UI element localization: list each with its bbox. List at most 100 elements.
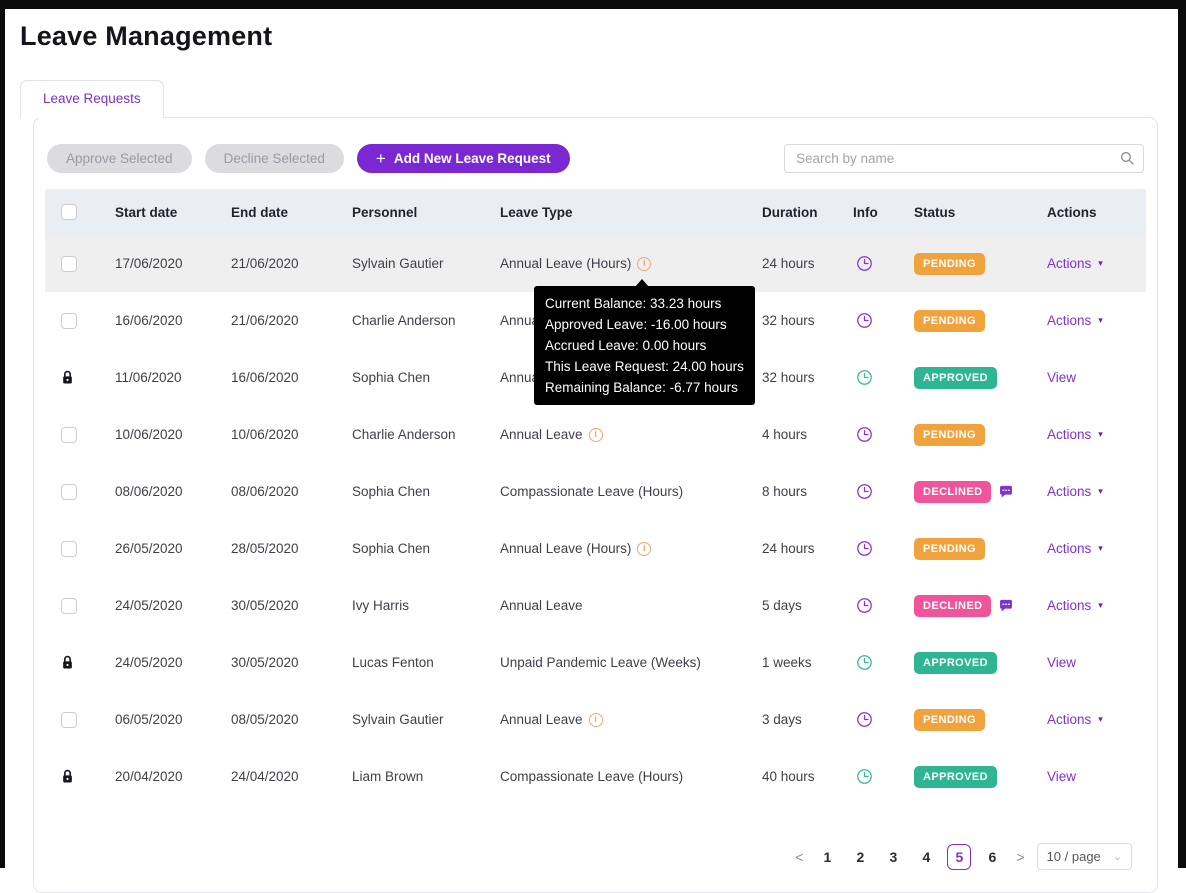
lock-icon — [61, 769, 74, 784]
end-date-cell: 08/06/2020 — [231, 484, 299, 499]
page-numbers: 123456 — [815, 843, 1004, 870]
col-info: Info — [853, 204, 878, 220]
comment-icon[interactable] — [998, 484, 1014, 499]
prev-page-button[interactable]: < — [792, 849, 806, 865]
caret-down-icon: ▾ — [1098, 600, 1103, 610]
search-input[interactable] — [784, 144, 1144, 173]
end-date-cell: 16/06/2020 — [231, 370, 299, 385]
page-number-4[interactable]: 4 — [914, 844, 938, 870]
caret-down-icon: ▾ — [1098, 543, 1103, 553]
clock-icon[interactable] — [856, 255, 873, 272]
leave-requests-table: Start date End date Personnel Leave Type… — [45, 189, 1146, 805]
add-new-leave-request-button[interactable]: + Add New Leave Request — [356, 144, 570, 173]
personnel-cell: Sophia Chen — [352, 484, 431, 499]
status-badge: PENDING — [914, 423, 985, 446]
row-checkbox[interactable] — [61, 540, 77, 557]
leave-type-label: Annual Leave (Hours) — [500, 541, 632, 556]
row-checkbox[interactable] — [61, 255, 77, 272]
duration-cell: 32 hours — [762, 370, 815, 385]
start-date-cell: 17/06/2020 — [115, 256, 183, 271]
duration-cell: 24 hours — [762, 256, 815, 271]
table-row: 20/04/2020 24/04/2020 Liam Brown Compassion… — [45, 748, 1146, 805]
clock-icon[interactable] — [856, 711, 873, 728]
actions-dropdown[interactable]: Actions ▾ — [1047, 427, 1103, 442]
lock-icon — [61, 655, 74, 670]
status-badge: DECLINED — [914, 480, 992, 503]
comment-icon[interactable] — [998, 598, 1014, 613]
duration-cell: 3 days — [762, 712, 802, 727]
clock-icon[interactable] — [856, 483, 873, 500]
info-icon[interactable]: i — [588, 712, 603, 727]
select-all-checkbox[interactable] — [61, 204, 77, 220]
personnel-cell: Charlie Anderson — [352, 427, 456, 442]
clock-icon[interactable] — [856, 654, 873, 671]
page-number-3[interactable]: 3 — [881, 844, 905, 870]
actions-label: Actions — [1047, 712, 1092, 727]
clock-icon[interactable] — [856, 540, 873, 557]
row-checkbox[interactable] — [61, 711, 77, 728]
start-date-cell: 11/06/2020 — [115, 370, 182, 385]
leave-requests-card: Approve Selected Decline Selected + Add … — [33, 117, 1158, 893]
tab-bar: Leave Requests — [20, 80, 1178, 118]
status-badge: PENDING — [914, 708, 985, 731]
leave-type-label: Annual Leave — [500, 427, 583, 442]
actions-dropdown[interactable]: Actions ▾ — [1047, 712, 1103, 727]
tooltip-line: Current Balance: 33.23 hours — [545, 296, 722, 311]
row-checkbox[interactable] — [61, 483, 77, 500]
page-size-value: 10 / page — [1046, 849, 1101, 864]
row-checkbox[interactable] — [61, 426, 77, 443]
view-link[interactable]: View — [1047, 769, 1076, 784]
status-badge: PENDING — [914, 252, 985, 275]
duration-cell: 1 weeks — [762, 655, 812, 670]
row-checkbox[interactable] — [61, 312, 77, 329]
chevron-down-icon: ⌄ — [1112, 851, 1122, 863]
duration-cell: 4 hours — [762, 427, 808, 442]
pagination: < 123456 > 10 / page ⌄ — [45, 843, 1132, 870]
duration-cell: 40 hours — [762, 769, 815, 784]
row-checkbox[interactable] — [61, 597, 77, 614]
actions-label: Actions — [1047, 598, 1092, 613]
duration-cell: 32 hours — [762, 313, 815, 328]
tab-leave-requests[interactable]: Leave Requests — [20, 80, 164, 118]
search-icon[interactable] — [1119, 150, 1135, 171]
clock-icon[interactable] — [856, 597, 873, 614]
tooltip-line: This Leave Request: 24.00 hours — [545, 359, 744, 374]
end-date-cell: 28/05/2020 — [231, 541, 299, 556]
actions-dropdown[interactable]: Actions ▾ — [1047, 541, 1103, 556]
col-start-date: Start date — [115, 204, 178, 220]
info-icon[interactable]: i — [588, 427, 603, 442]
decline-selected-button[interactable]: Decline Selected — [204, 144, 344, 173]
clock-icon[interactable] — [856, 768, 873, 785]
clock-icon[interactable] — [856, 312, 873, 329]
actions-dropdown[interactable]: Actions ▾ — [1047, 598, 1103, 613]
clock-icon[interactable] — [856, 426, 873, 443]
actions-dropdown[interactable]: Actions ▾ — [1047, 256, 1103, 271]
personnel-cell: Liam Brown — [352, 769, 424, 784]
personnel-cell: Sylvain Gautier — [352, 256, 444, 271]
status-badge: PENDING — [914, 309, 985, 332]
view-link[interactable]: View — [1047, 370, 1076, 385]
end-date-cell: 21/06/2020 — [231, 256, 299, 271]
leave-type-label: Unpaid Pandemic Leave (Weeks) — [500, 655, 701, 670]
clock-icon[interactable] — [856, 369, 873, 386]
status-badge: APPROVED — [914, 651, 997, 674]
view-link[interactable]: View — [1047, 655, 1076, 670]
page-number-5[interactable]: 5 — [947, 843, 972, 870]
caret-down-icon: ▾ — [1098, 315, 1103, 325]
actions-label: Actions — [1047, 541, 1092, 556]
page-size-select[interactable]: 10 / page ⌄ — [1036, 843, 1132, 870]
actions-dropdown[interactable]: Actions ▾ — [1047, 484, 1103, 499]
personnel-cell: Sophia Chen — [352, 541, 431, 556]
next-page-button[interactable]: > — [1013, 849, 1027, 865]
actions-dropdown[interactable]: Actions ▾ — [1047, 313, 1103, 328]
info-icon[interactable]: i — [637, 541, 652, 556]
approve-selected-button[interactable]: Approve Selected — [47, 144, 192, 173]
page-number-6[interactable]: 6 — [980, 844, 1004, 870]
start-date-cell: 08/06/2020 — [115, 484, 183, 499]
page-number-1[interactable]: 1 — [815, 844, 839, 870]
actions-label: Actions — [1047, 313, 1092, 328]
personnel-cell: Ivy Harris — [352, 598, 409, 613]
info-icon[interactable]: i — [637, 256, 652, 271]
table-row: 10/06/2020 10/06/2020 Charlie Anderson Annu… — [45, 406, 1146, 463]
page-number-2[interactable]: 2 — [848, 844, 872, 870]
